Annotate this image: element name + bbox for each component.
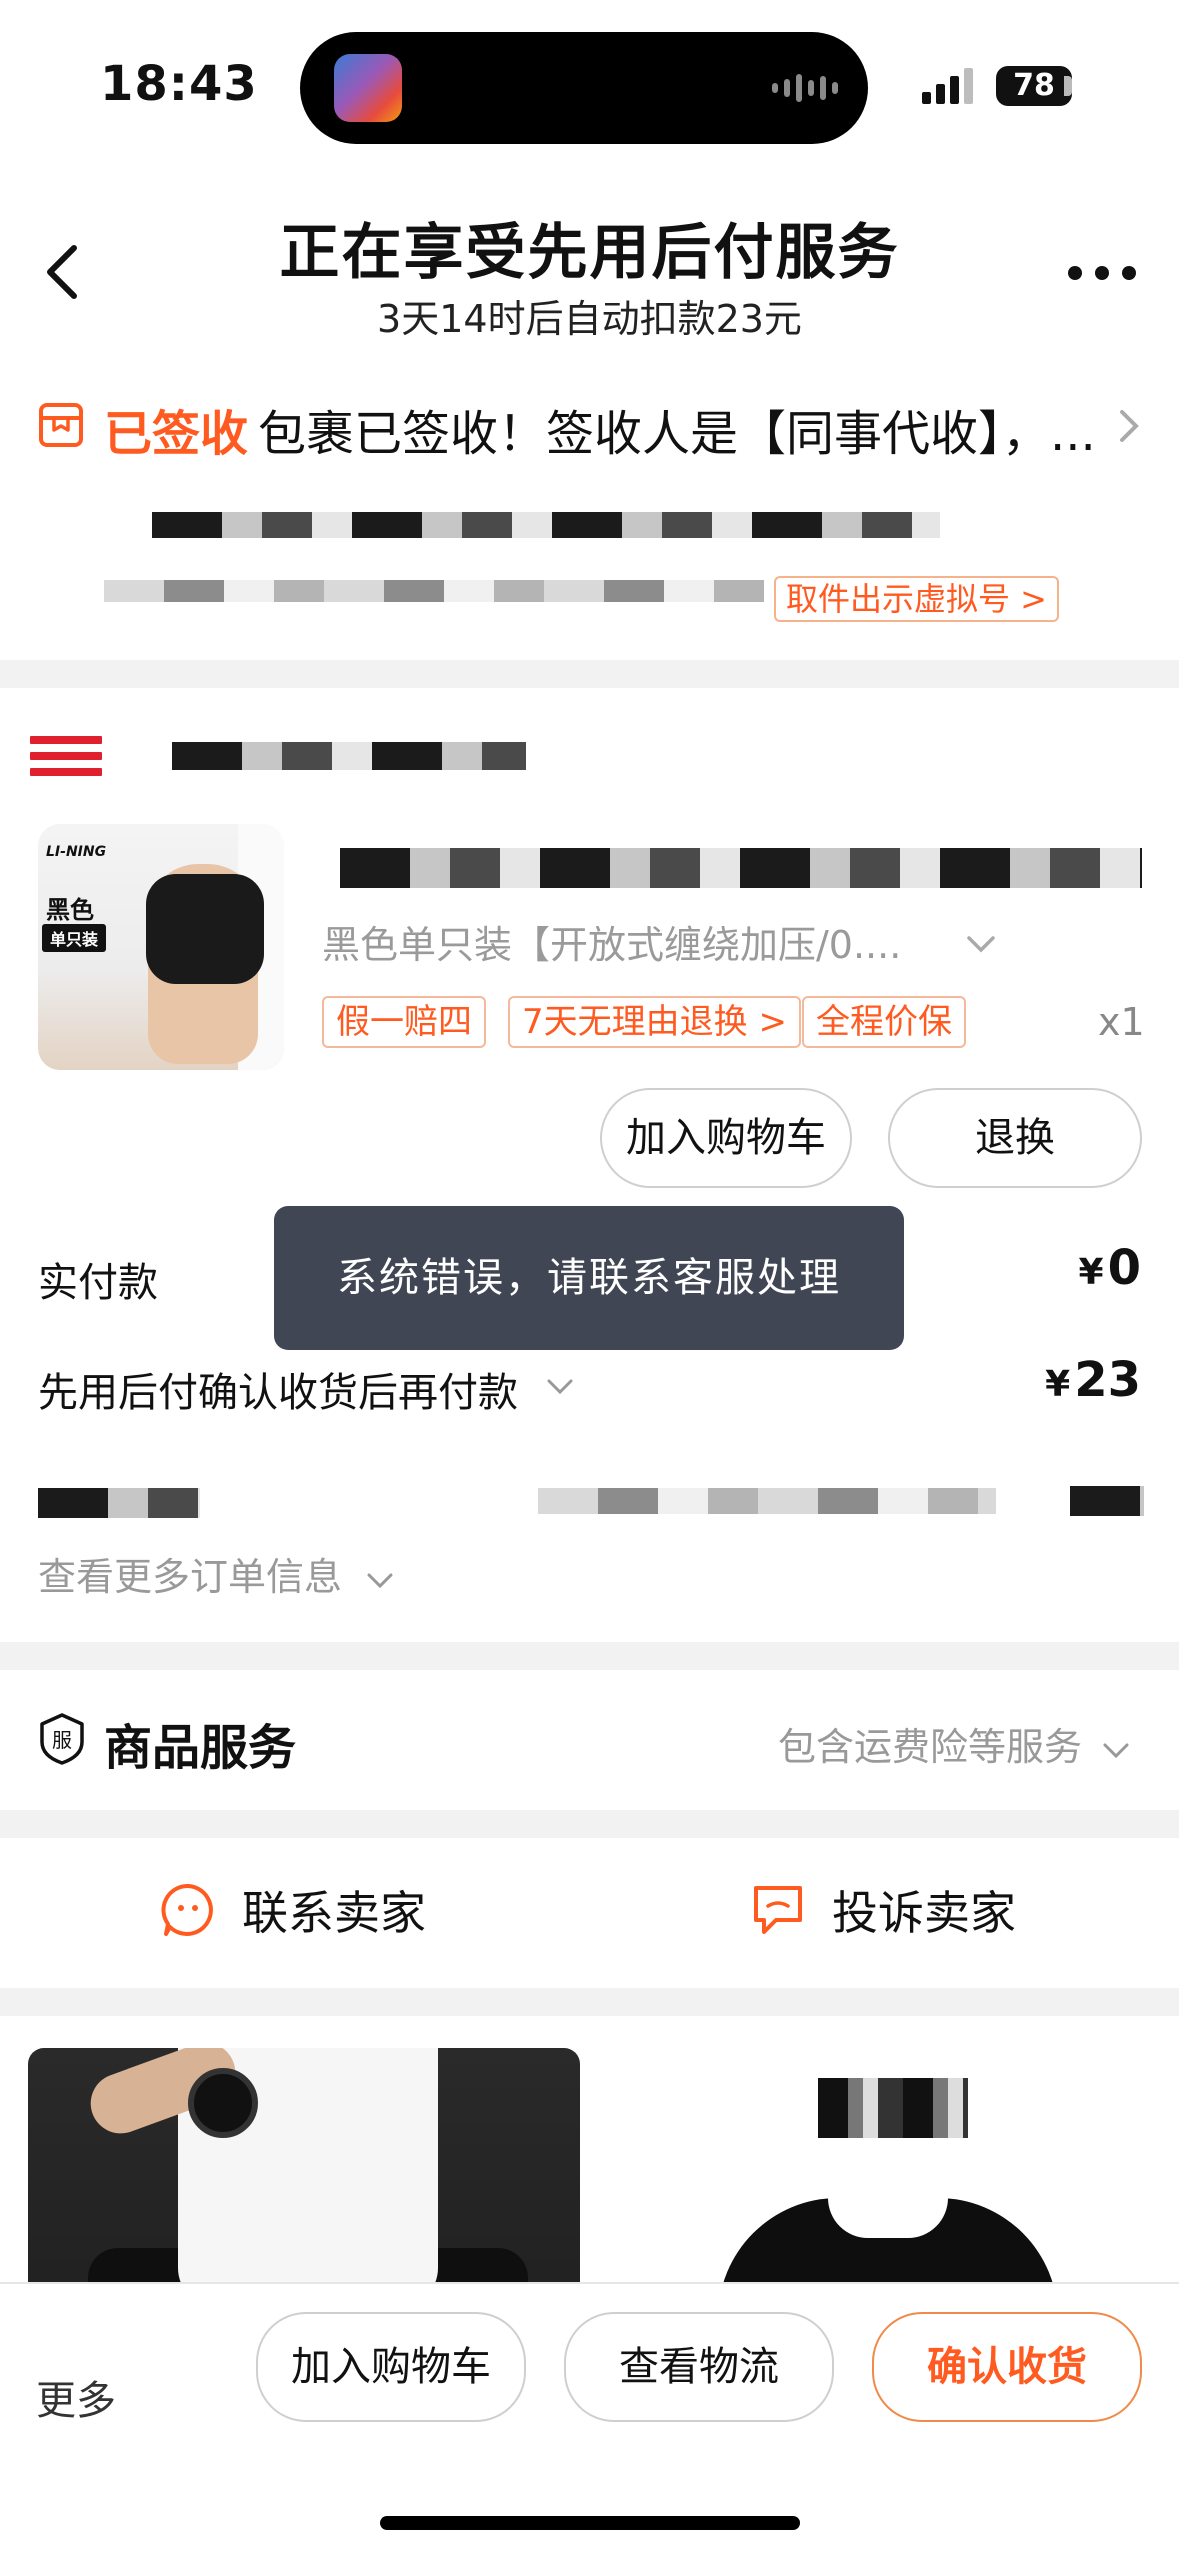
more-order-info-text: 查看更多订单信息 [38, 1555, 343, 1599]
tag-fake-compensation[interactable]: 假一赔四 [322, 996, 486, 1048]
game-app-icon[interactable] [334, 54, 402, 122]
pay-later-label[interactable]: 先用后付确认收货后再付款 [38, 1360, 518, 1418]
view-logistics-button[interactable]: 查看物流 [564, 2312, 834, 2422]
complaint-bubble-icon [754, 1886, 802, 1934]
redacted-copy-button [1070, 1486, 1144, 1516]
complain-seller-button[interactable]: 投诉卖家 [750, 1880, 1016, 1940]
shop-logo-icon[interactable] [30, 736, 102, 780]
redacted-shop-name [172, 742, 526, 770]
thumb-wrist-band [146, 874, 264, 984]
bottom-action-bar: 更多 加入购物车 查看物流 确认收货 [0, 2282, 1179, 2556]
redacted-contact-line [104, 580, 764, 602]
redacted-brand-logo [818, 2078, 968, 2138]
confirm-receipt-button[interactable]: 确认收货 [872, 2312, 1142, 2422]
audio-wave-icon [772, 70, 838, 106]
paid-amount-value: ¥0 [1079, 1240, 1141, 1296]
tag-price-protection[interactable]: 全程价保 [802, 996, 966, 1048]
chevron-right-icon [1120, 410, 1139, 442]
product-sku[interactable]: 黑色单只装【开放式缠绕加压/0.... [322, 914, 972, 969]
more-order-info-link[interactable]: 查看更多订单信息 [38, 1546, 394, 1601]
add-to-cart-button[interactable]: 加入购物车 [600, 1088, 852, 1188]
chevron-down-icon [1103, 1743, 1129, 1759]
chevron-down-icon [367, 1573, 393, 1589]
product-quantity: x1 [1098, 1000, 1145, 1044]
redacted-order-number [538, 1488, 996, 1514]
status-bar: 18:43 78 [0, 0, 1179, 170]
cellular-signal-icon [922, 66, 973, 104]
page-subtitle: 3天14时后自动扣款23元 [377, 297, 802, 341]
rec-watch [188, 2068, 258, 2138]
home-indicator[interactable] [380, 2516, 800, 2530]
more-options-icon[interactable] [1068, 262, 1136, 284]
service-description[interactable]: 包含运费险等服务 [778, 1716, 1130, 1771]
thumb-color-label: 黑色 [46, 896, 94, 924]
paid-amount-label: 实付款 [38, 1260, 158, 1306]
product-thumbnail[interactable]: LI-NING 黑色 单只装 [38, 824, 284, 1070]
dynamic-island[interactable] [300, 32, 868, 144]
bottom-add-to-cart-button[interactable]: 加入购物车 [256, 2312, 526, 2422]
more-actions-button[interactable]: 更多 [36, 2368, 116, 2426]
service-shield-icon: 服 [40, 1713, 84, 1765]
tag-7day-return[interactable]: 7天无理由退换 > [508, 996, 801, 1048]
chevron-down-icon[interactable] [966, 934, 996, 954]
chevron-down-icon[interactable] [546, 1378, 574, 1396]
error-toast: 系统错误，请联系客服处理 [274, 1206, 904, 1350]
later-currency: ¥ [1045, 1364, 1071, 1405]
section-divider [0, 660, 1179, 688]
contact-seller-button[interactable]: 联系卖家 [160, 1880, 426, 1940]
section-divider [0, 1988, 1179, 2016]
battery-tip [1064, 76, 1072, 96]
pay-later-value: ¥23 [1045, 1352, 1141, 1408]
thumb-pack-label: 单只装 [42, 924, 107, 952]
status-time: 18:43 [100, 56, 258, 112]
redacted-order-number-label [38, 1488, 200, 1518]
later-number: 23 [1074, 1352, 1141, 1408]
thumb-brand-logo: LI-NING [46, 844, 107, 860]
section-divider [0, 1642, 1179, 1670]
battery-icon: 78 [996, 66, 1072, 106]
redacted-address-line [152, 512, 940, 538]
contact-seller-label: 联系卖家 [242, 1886, 426, 1940]
redacted-product-title [340, 848, 1142, 888]
return-exchange-button[interactable]: 退换 [888, 1088, 1142, 1188]
logistics-section[interactable]: 已签收 包裹已签收！签收人是【同事代收】，... 取件出示虚拟号 > [0, 380, 1179, 660]
page-header: 正在享受先用后付服务 3天14时后自动扣款23元 [0, 190, 1179, 350]
pickup-virtual-number-link[interactable]: 取件出示虚拟号 > [774, 576, 1059, 622]
signed-status-label: 已签收 [104, 406, 249, 462]
paid-currency: ¥ [1078, 1252, 1104, 1293]
section-divider [0, 1810, 1179, 1838]
service-title: 商品服务 [104, 1720, 297, 1776]
package-icon [39, 403, 83, 447]
service-description-text: 包含运费险等服务 [778, 1725, 1083, 1769]
page-title: 正在享受先用后付服务 [279, 218, 900, 288]
paid-number: 0 [1107, 1240, 1141, 1296]
svg-text:服: 服 [52, 1728, 72, 1752]
complain-seller-label: 投诉卖家 [832, 1886, 1016, 1940]
logistics-latest-text: 包裹已签收！签收人是【同事代收】，... [258, 406, 1096, 462]
chat-face-icon [161, 1883, 213, 1936]
